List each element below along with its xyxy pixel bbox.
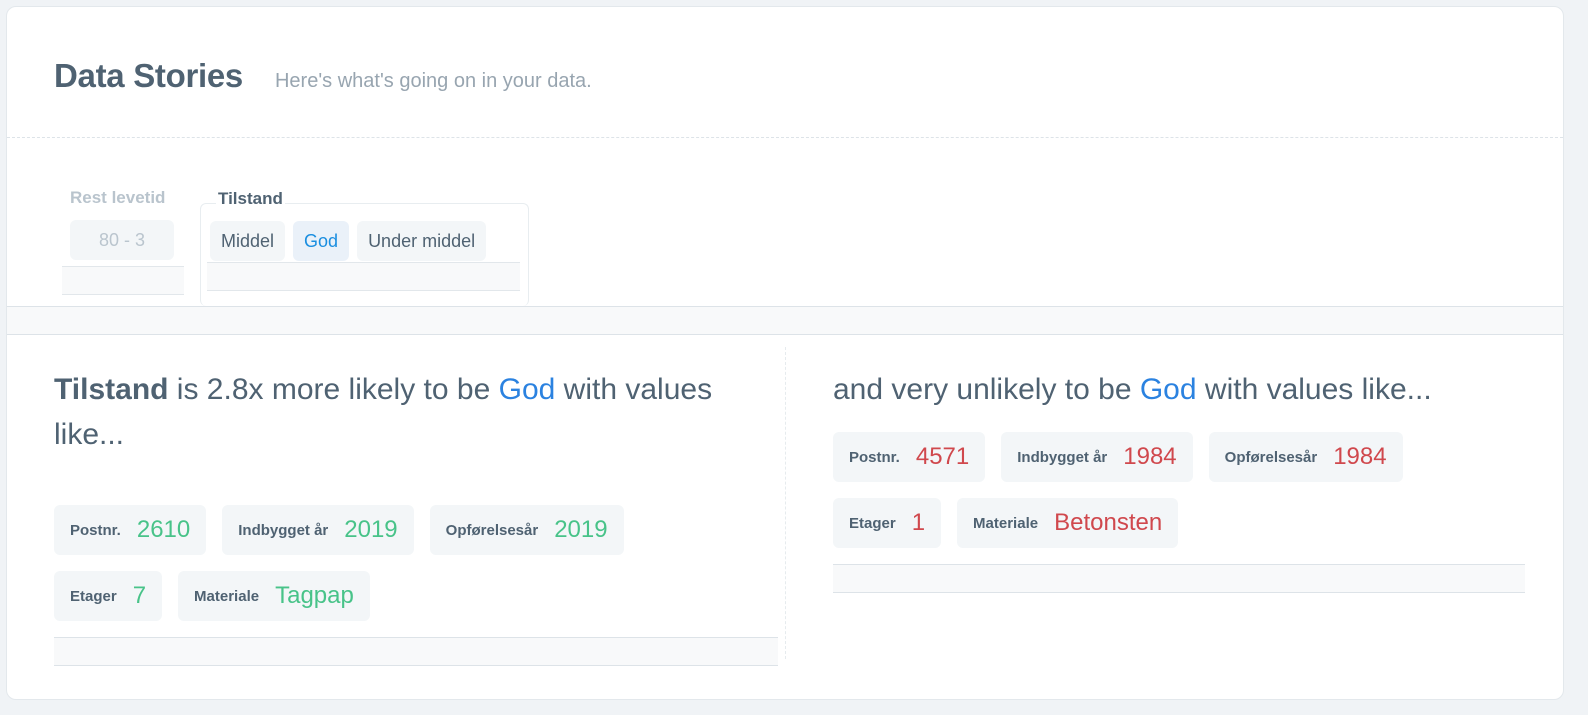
likely-values-list: Postnr. 2610 Indbygget år 2019 Opførelseså… bbox=[54, 505, 714, 621]
pill-value: 7 bbox=[132, 582, 147, 609]
story-text-end: with values like... bbox=[1196, 373, 1432, 406]
page-title: Data Stories bbox=[54, 57, 243, 94]
pill-label: Opførelsesår bbox=[1224, 448, 1318, 466]
pill-label: Indbygget år bbox=[238, 521, 329, 539]
pill-label: Opførelsesår bbox=[445, 521, 539, 539]
filter-chip-middel[interactable]: Middel bbox=[210, 221, 286, 261]
value-pill[interactable]: Postnr. 2610 bbox=[54, 505, 207, 555]
story-text: is 2.8x more likely to be bbox=[168, 373, 499, 406]
pill-value: 4571 bbox=[915, 443, 970, 470]
story-headline: and very unlikely to be God with values … bbox=[833, 367, 1525, 412]
pill-label: Materiale bbox=[194, 587, 260, 605]
story-text: and very unlikely to be bbox=[833, 373, 1140, 406]
story-drop-slot bbox=[54, 637, 778, 666]
story-headline: Tilstand is 2.8x more likely to be God w… bbox=[54, 367, 778, 457]
story-subject: Tilstand bbox=[54, 373, 169, 406]
page-subtitle: Here's what's going on in your data. bbox=[274, 70, 592, 92]
value-pill[interactable]: Postnr. 4571 bbox=[833, 432, 986, 482]
filter-chip-range: 80 - 3 bbox=[70, 220, 174, 260]
pill-value: 2019 bbox=[344, 516, 398, 543]
story-drop-slot bbox=[833, 564, 1525, 593]
pill-value: 1984 bbox=[1123, 443, 1177, 470]
story-likely: Tilstand is 2.8x more likely to be God w… bbox=[54, 335, 778, 666]
pill-value: 1984 bbox=[1333, 443, 1387, 470]
filter-label-tilstand: Tilstand bbox=[216, 189, 285, 209]
story-unlikely: and very unlikely to be God with values … bbox=[833, 335, 1525, 593]
value-pill[interactable]: Etager 1 bbox=[833, 498, 942, 548]
pill-label: Etager bbox=[849, 514, 896, 532]
story-divider bbox=[785, 347, 786, 659]
pill-value: 2019 bbox=[554, 516, 608, 543]
value-pill[interactable]: Materiale Betonsten bbox=[957, 498, 1179, 548]
filter-bar: Rest levetid 80 - 3 Tilstand Middel God … bbox=[7, 138, 1563, 306]
pill-label: Etager bbox=[70, 587, 117, 605]
value-pill[interactable]: Materiale Tagpap bbox=[178, 571, 370, 621]
filter-chip-god[interactable]: God bbox=[293, 221, 350, 261]
pill-value: 2610 bbox=[136, 516, 191, 543]
filter-tilstand: Tilstand Middel God Under middel bbox=[200, 189, 529, 306]
pill-label: Materiale bbox=[973, 514, 1039, 532]
filter-label-rest-levetid: Rest levetid bbox=[70, 188, 166, 207]
pill-label: Indbygget år bbox=[1017, 448, 1108, 466]
value-pill[interactable]: Opførelsesår 2019 bbox=[429, 505, 624, 555]
pill-label: Postnr. bbox=[849, 448, 900, 466]
unlikely-values-list: Postnr. 4571 Indbygget år 1984 Opførelseså… bbox=[833, 432, 1493, 548]
filter-drop-slot bbox=[207, 262, 520, 291]
value-pill[interactable]: Etager 7 bbox=[54, 571, 163, 621]
card-header: Data Stories Here's what's going on in y… bbox=[7, 7, 1563, 138]
pill-label: Postnr. bbox=[70, 521, 121, 539]
value-pill[interactable]: Indbygget år 2019 bbox=[222, 505, 414, 555]
data-stories-card: Data Stories Here's what's going on in y… bbox=[6, 6, 1564, 700]
value-pill[interactable]: Opførelsesår 1984 bbox=[1208, 432, 1403, 482]
pill-value: Tagpap bbox=[275, 582, 354, 609]
value-pill[interactable]: Indbygget år 1984 bbox=[1001, 432, 1193, 482]
pill-value: 1 bbox=[911, 509, 926, 536]
section-drop-band bbox=[7, 306, 1563, 335]
filter-chip-under-middel[interactable]: Under middel bbox=[357, 221, 487, 261]
stories-section: Tilstand is 2.8x more likely to be God w… bbox=[7, 335, 1563, 699]
story-target-value: God bbox=[498, 373, 556, 406]
story-target-value: God bbox=[1139, 373, 1197, 406]
pill-value: Betonsten bbox=[1054, 509, 1163, 536]
filter-drop-slot bbox=[62, 266, 184, 295]
